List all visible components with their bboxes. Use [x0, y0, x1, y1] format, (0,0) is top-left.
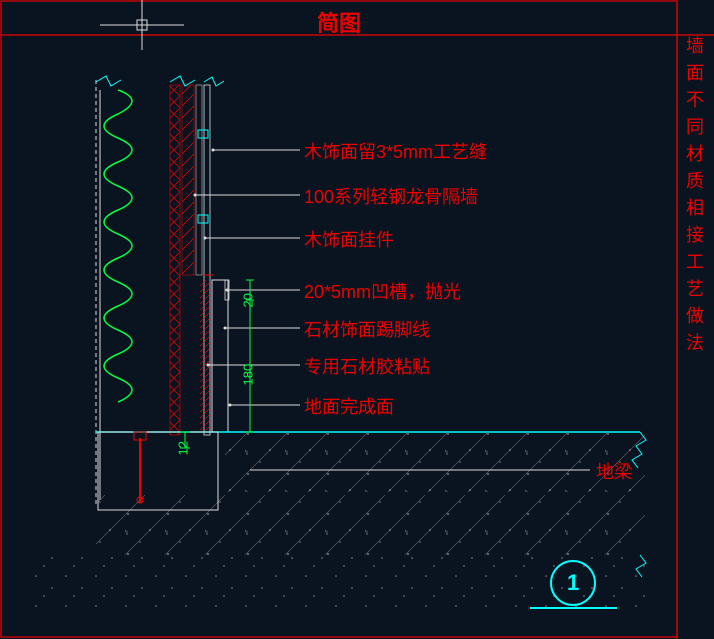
callout-veneer-hanger: 木饰面挂件	[304, 226, 394, 252]
callout-stone-skirting: 石材饰面踢脚线	[304, 316, 430, 342]
callout-process-gap: 木饰面留3*5mm工艺缝	[304, 138, 487, 164]
callout-ffl: 地面完成面	[304, 393, 394, 419]
callout-ground-beam: 地梁	[596, 458, 632, 484]
callout-stud-wall: 100系列轻钢龙骨隔墙	[304, 183, 478, 209]
stud-spring-icon	[104, 90, 132, 402]
dim-180: 180	[241, 364, 256, 386]
detail-number: 1	[567, 570, 579, 596]
callout-groove: 20*5mm凹槽，抛光	[304, 278, 461, 304]
drawing-title: 简图	[0, 6, 678, 38]
dim-12: 12	[176, 441, 191, 455]
dim-20: 20	[241, 293, 256, 307]
callout-adhesive: 专用石材胶粘贴	[304, 353, 430, 379]
